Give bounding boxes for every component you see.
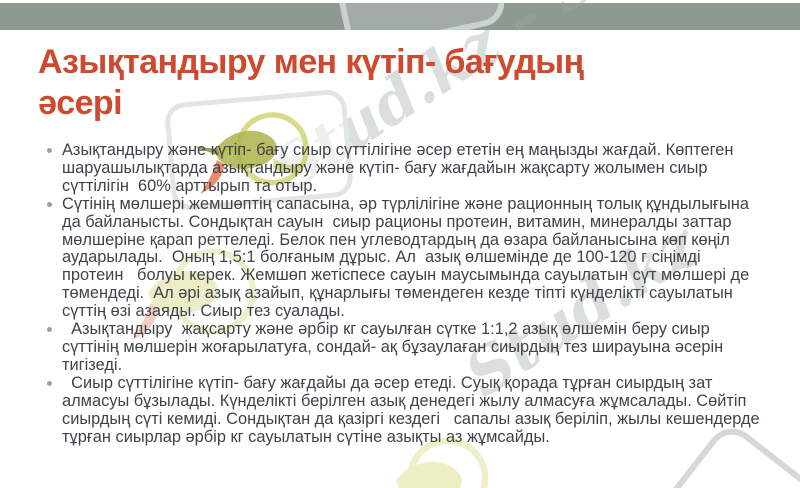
bullet-item: Азықтандыру жақсарту және әрбір кг сауыл…	[47, 320, 760, 375]
slide-body: Азықтандыру және күтіп- бағу сиыр сүттіл…	[46, 141, 765, 447]
slide-title-line-2: әсері	[38, 84, 123, 122]
bullet-text: Сүтінің мөлшері жемшөптің сапасына, әр т…	[62, 194, 754, 321]
top-color-band	[0, 3, 800, 30]
bullet-text: Сиыр сүттілігіне күтіп- бағу жағдайы да …	[62, 373, 765, 446]
bullet-text: Азықтандыру және күтіп- бағу сиыр сүттіл…	[62, 141, 739, 195]
bullet-dot-icon	[47, 201, 52, 207]
bullet-item: Азықтандыру және күтіп- бағу сиыр сүттіл…	[47, 141, 760, 196]
bullet-dot-icon	[47, 327, 52, 333]
bullet-dot-icon	[47, 380, 52, 386]
bullet-item: Сиыр сүттілігіне күтіп- бағу жағдайы да …	[47, 373, 765, 447]
slide-title-line-1: Азықтандыру мен күтіп- бағудың	[38, 43, 584, 81]
bullet-text: Азықтандыру жақсарту және әрбір кг сауыл…	[62, 320, 728, 374]
bullet-dot-icon	[47, 148, 52, 153]
bullet-item: Сүтінің мөлшері жемшөптің сапасына, әр т…	[47, 194, 760, 321]
slide-title: Азықтандыру мен күтіп- бағудың әсері	[38, 42, 738, 124]
presentation-slide: Stud.kz – Stud.kz Stud.kz Азықтандыру ме…	[0, 0, 800, 488]
bullet-list: Азықтандыру және күтіп- бағу сиыр сүттіл…	[46, 141, 765, 447]
